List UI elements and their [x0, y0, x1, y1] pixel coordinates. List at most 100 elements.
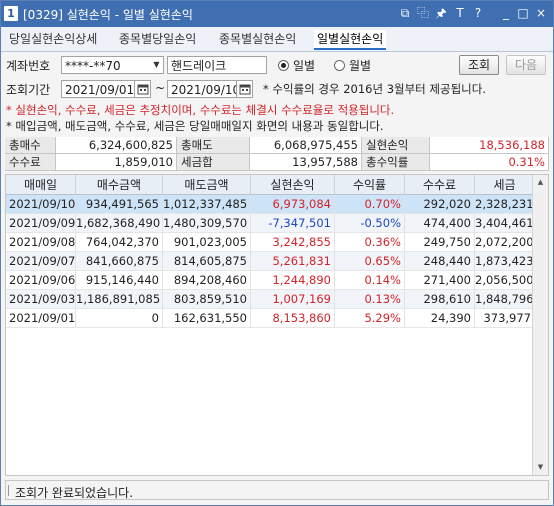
realized-pl-value: 18,536,188 [430, 137, 549, 154]
total-buy-label: 총매수 [5, 137, 56, 154]
header-sell-amount[interactable]: 매도금액 [163, 175, 251, 195]
tab-daily-realized[interactable]: 일별실현손익 [314, 30, 387, 50]
cell-sell-amount: 1,012,337,485 [163, 195, 251, 214]
next-button[interactable]: 다음 [506, 55, 546, 75]
restore-icon[interactable]: ⧉ [397, 5, 413, 22]
cell-sell-amount: 1,480,309,570 [163, 214, 251, 233]
realized-pl-label: 실현손익 [362, 137, 430, 154]
cell-buy-amount: 1,682,368,490 [76, 214, 163, 233]
cell-return-rate: -0.50% [335, 214, 405, 233]
close-icon[interactable]: × [533, 5, 549, 22]
query-form: 계좌번호 ****-**70 ▼ 핸드레이크 일별 월별 조회 다음 조회기간 … [1, 52, 553, 136]
header-buy-amount[interactable]: 매수금액 [76, 175, 163, 195]
help-icon[interactable]: ? [470, 5, 486, 22]
cell-fee: 248,440 [405, 252, 475, 271]
table-header: 매매일 매수금액 매도금액 실현손익 수익률 수수료 세금 [6, 175, 535, 195]
window: 1 [0329] 실현손익 - 일별 실현손익 ⧉ ⿻ 🖈 T? _ □ × 당일실현손익상… [0, 0, 554, 506]
cell-tax: 2,056,500 [475, 271, 535, 290]
end-date-input[interactable]: 2021/09/10 [167, 80, 237, 98]
table-row[interactable]: 2021/09/06 915,146,440 894,208,460 1,244,89… [6, 271, 535, 290]
total-sell-label: 총매도 [177, 137, 250, 154]
return-rate-value: 0.31% [430, 154, 549, 171]
table-row[interactable]: 2021/09/08 764,042,370 901,023,005 3,242,85… [6, 233, 535, 252]
cell-buy-amount: 841,660,875 [76, 252, 163, 271]
radio-daily-label[interactable]: 일별 [293, 57, 315, 74]
account-select[interactable]: ****-**70 [61, 56, 151, 74]
cell-tax: 3,404,461 [475, 214, 535, 233]
calendar-icon[interactable] [135, 80, 151, 98]
font-icon[interactable]: T [452, 5, 468, 22]
tab-intraday-detail[interactable]: 당일실현손익상세 [9, 30, 97, 48]
cell-buy-amount: 764,042,370 [76, 233, 163, 252]
cell-fee: 24,390 [405, 309, 475, 328]
status-divider [8, 485, 9, 496]
cell-buy-amount: 934,491,565 [76, 195, 163, 214]
header-return-rate[interactable]: 수익률 [335, 175, 405, 195]
total-sell-value: 6,068,975,455 [250, 137, 362, 154]
return-rate-label: 총수익률 [362, 154, 430, 171]
tab-stock-realized[interactable]: 종목별실현손익 [219, 30, 296, 48]
cell-tax: 2,328,231 [475, 195, 535, 214]
status-bar: 조회가 완료되었습니다. [5, 480, 549, 500]
cell-realized-pl: 1,244,890 [251, 271, 335, 290]
cell-tax: 1,848,796 [475, 290, 535, 309]
date-range-tilde: ~ [155, 81, 166, 95]
radio-monthly[interactable] [334, 60, 345, 71]
cell-realized-pl: 6,973,084 [251, 195, 335, 214]
window-title: [0329] 실현손익 - 일별 실현손익 [23, 8, 193, 22]
cell-tax: 373,977 [475, 309, 535, 328]
scroll-up-icon[interactable]: ▲ [533, 175, 548, 190]
table-row[interactable]: 2021/09/07 841,660,875 814,605,875 5,261,83… [6, 252, 535, 271]
calendar-icon[interactable] [237, 80, 253, 98]
cell-tax: 2,072,200 [475, 233, 535, 252]
cell-fee: 249,750 [405, 233, 475, 252]
tab-bar: 당일실현손익상세 종목별당일손익 종목별실현손익 일별실현손익 [1, 27, 553, 52]
title-bar[interactable]: 1 [0329] 실현손익 - 일별 실현손익 ⧉ ⿻ 🖈 T? _ □ × [1, 1, 553, 27]
cell-realized-pl: 5,261,831 [251, 252, 335, 271]
table-row[interactable]: 2021/09/10 934,491,565 1,012,337,485 6,973,… [6, 195, 535, 214]
scroll-down-icon[interactable]: ▼ [533, 460, 548, 475]
cell-realized-pl: 1,007,169 [251, 290, 335, 309]
cell-fee: 474,400 [405, 214, 475, 233]
table-row[interactable]: 2021/09/03 1,186,891,085 803,859,510 1,007,… [6, 290, 535, 309]
table-row[interactable]: 2021/09/01 0 162,631,550 8,153,860 5.29% 24,3… [6, 309, 535, 328]
header-tax[interactable]: 세금 [475, 175, 535, 195]
cell-return-rate: 5.29% [335, 309, 405, 328]
cell-trade-date: 2021/09/06 [6, 271, 76, 290]
return-rate-note: * 수익률의 경우 2016년 3월부터 제공됩니다. [263, 82, 486, 96]
consistency-note: * 매입금액, 매도금액, 수수료, 세금은 당일매매일지 화면의 내용과 동일… [6, 119, 384, 133]
maximize-icon[interactable]: □ [515, 5, 531, 22]
account-name-field: 핸드레이크 [167, 56, 267, 74]
tax-value: 13,957,588 [250, 154, 362, 171]
cell-fee: 271,400 [405, 271, 475, 290]
cell-return-rate: 0.14% [335, 271, 405, 290]
cell-trade-date: 2021/09/03 [6, 290, 76, 309]
cell-sell-amount: 814,605,875 [163, 252, 251, 271]
tab-stock-intraday[interactable]: 종목별당일손익 [119, 30, 196, 48]
tax-label: 세금합 [177, 154, 250, 171]
total-buy-value: 6,324,600,825 [56, 137, 177, 154]
radio-monthly-label[interactable]: 월별 [349, 57, 371, 74]
pin-icon[interactable]: 🖈 [433, 5, 449, 22]
query-button[interactable]: 조회 [459, 55, 499, 75]
minimize-icon[interactable]: _ [498, 5, 514, 22]
cell-realized-pl: 3,242,855 [251, 233, 335, 252]
cell-trade-date: 2021/09/08 [6, 233, 76, 252]
cell-sell-amount: 803,859,510 [163, 290, 251, 309]
header-fee[interactable]: 수수료 [405, 175, 475, 195]
cell-realized-pl: 8,153,860 [251, 309, 335, 328]
start-date-input[interactable]: 2021/09/01 [61, 80, 135, 98]
vertical-scrollbar[interactable]: ▲ ▼ [532, 175, 548, 475]
cell-trade-date: 2021/09/09 [6, 214, 76, 233]
radio-daily[interactable] [278, 60, 289, 71]
cell-return-rate: 0.36% [335, 233, 405, 252]
cell-fee: 292,020 [405, 195, 475, 214]
chevron-down-icon[interactable]: ▼ [150, 56, 164, 74]
cell-tax: 1,873,423 [475, 252, 535, 271]
header-trade-date[interactable]: 매매일 [6, 175, 76, 195]
cell-realized-pl: -7,347,501 [251, 214, 335, 233]
header-realized-pl[interactable]: 실현손익 [251, 175, 335, 195]
copy-icon[interactable]: ⿻ [415, 5, 431, 22]
cell-sell-amount: 901,023,005 [163, 233, 251, 252]
table-row[interactable]: 2021/09/09 1,682,368,490 1,480,309,570 -7,3… [6, 214, 535, 233]
